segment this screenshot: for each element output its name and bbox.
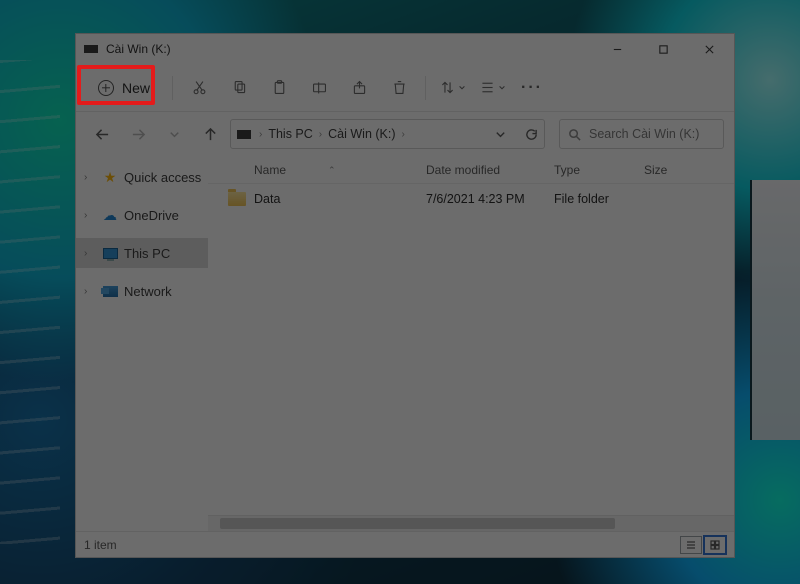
screenshot-dim-overlay	[0, 0, 800, 584]
desktop-wallpaper: Cài Win (K:) New ···	[0, 0, 800, 584]
